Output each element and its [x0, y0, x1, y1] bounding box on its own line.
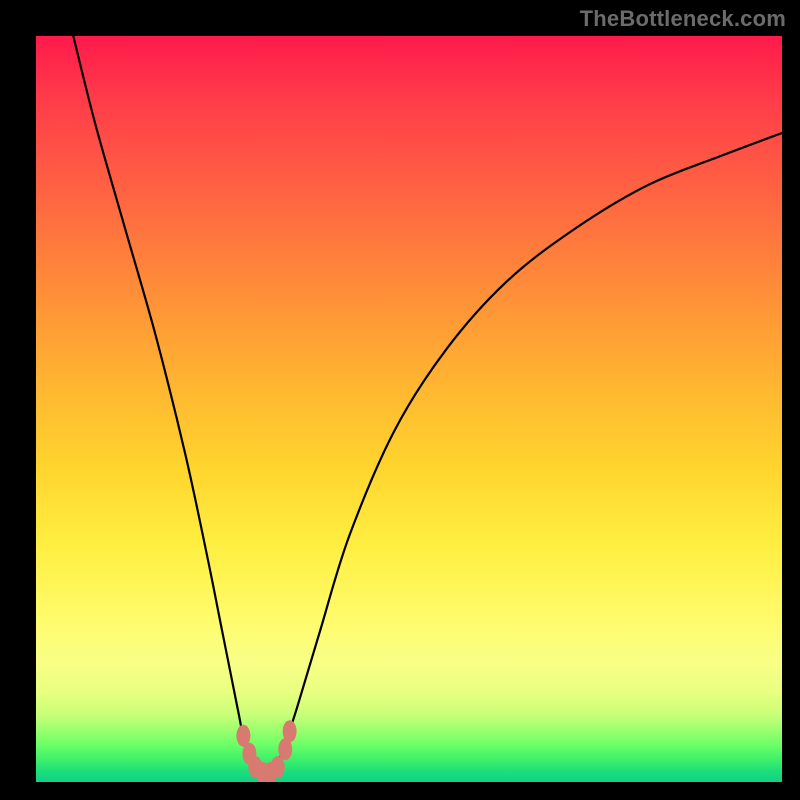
watermark-text: TheBottleneck.com	[580, 6, 786, 32]
chart-frame: TheBottleneck.com	[0, 0, 800, 800]
bottleneck-curve	[73, 36, 782, 775]
curve-layer	[36, 36, 782, 782]
plot-area	[36, 36, 782, 782]
marker-group	[236, 720, 296, 782]
curve-marker	[283, 720, 297, 742]
